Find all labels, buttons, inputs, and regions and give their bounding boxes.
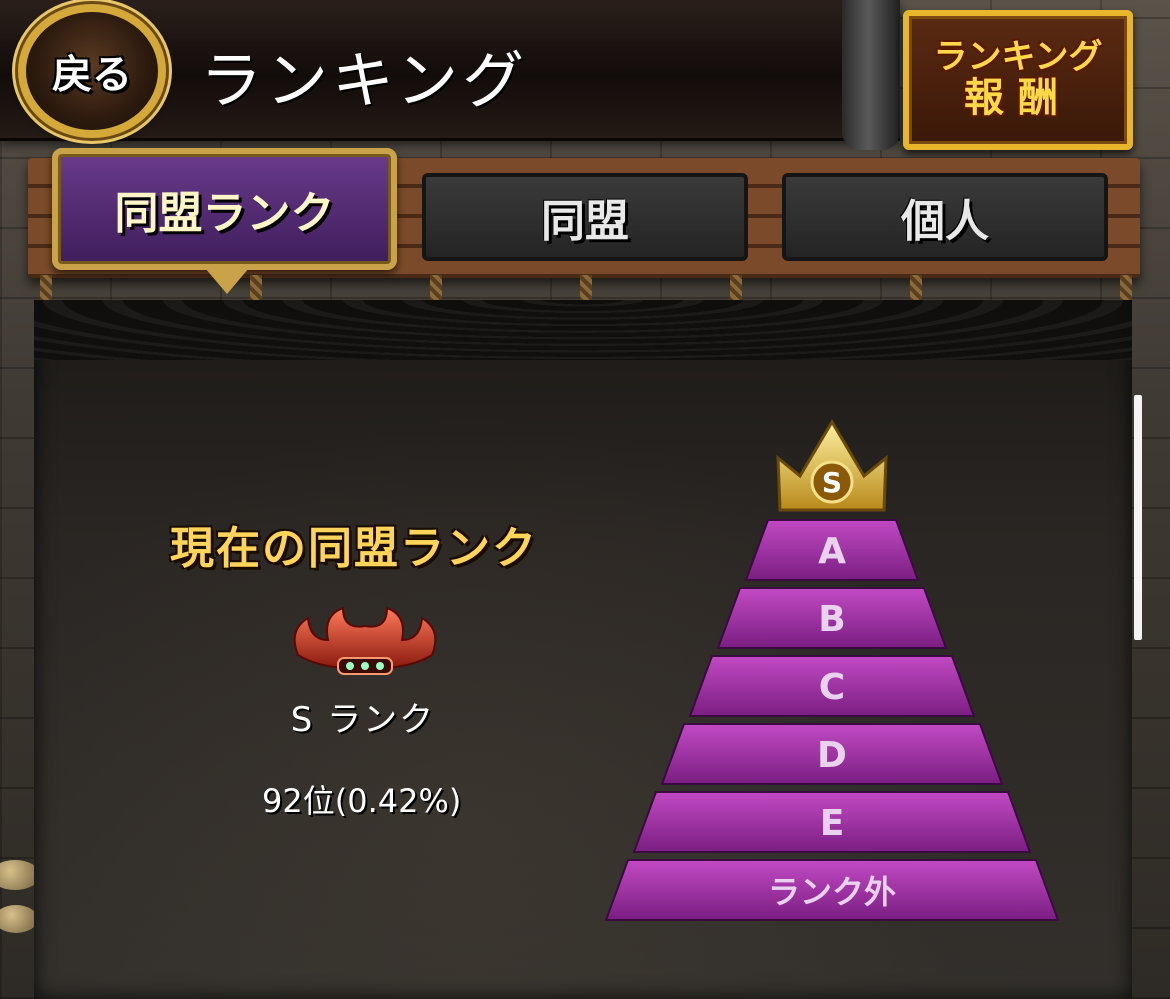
current-rank-name: S ランク (290, 700, 436, 740)
back-button-label: 戻る (52, 52, 132, 98)
active-tab-pointer-icon (205, 268, 249, 294)
crown-badge-label: S (822, 466, 842, 499)
back-button[interactable]: 戻る (18, 4, 166, 138)
tab-alliance-rank[interactable]: 同盟ランク (52, 148, 397, 270)
pyramid-tier-label-5: ランク外 (768, 873, 896, 911)
pyramid-tier-label-4: E (820, 803, 845, 844)
tab-alliance-label: 同盟 (541, 196, 629, 247)
ranking-reward-button[interactable]: ランキング 報酬 (903, 10, 1133, 150)
reward-button-label-bottom: 報酬 (964, 74, 1072, 121)
rank-pyramid: S ABCDE ランク外 (604, 419, 1060, 921)
pyramid-tier-label-0: A (818, 531, 846, 572)
s-rank-crest-icon (293, 606, 437, 675)
pyramid-tier-label-1: B (818, 599, 845, 640)
pyramid-tier-label-3: D (817, 735, 847, 776)
curtain-drape (34, 300, 1132, 360)
tab-alliance[interactable]: 同盟 (422, 173, 748, 261)
page-title: ランキング (200, 44, 529, 117)
current-alliance-rank-heading: 現在の同盟ランク (170, 523, 538, 574)
current-rank-position: 92位(0.42%) (262, 782, 462, 820)
tab-individual-label: 個人 (901, 196, 989, 247)
tab-individual[interactable]: 個人 (782, 173, 1108, 261)
scrollbar[interactable] (1134, 395, 1142, 640)
reward-button-label-top: ランキング (933, 37, 1103, 78)
tab-alliance-rank-label: 同盟ランク (114, 188, 335, 239)
banner-scroll-roll (842, 0, 900, 150)
s-rank-crown-icon: S (776, 419, 888, 512)
pyramid-tier-label-2: C (819, 667, 845, 708)
